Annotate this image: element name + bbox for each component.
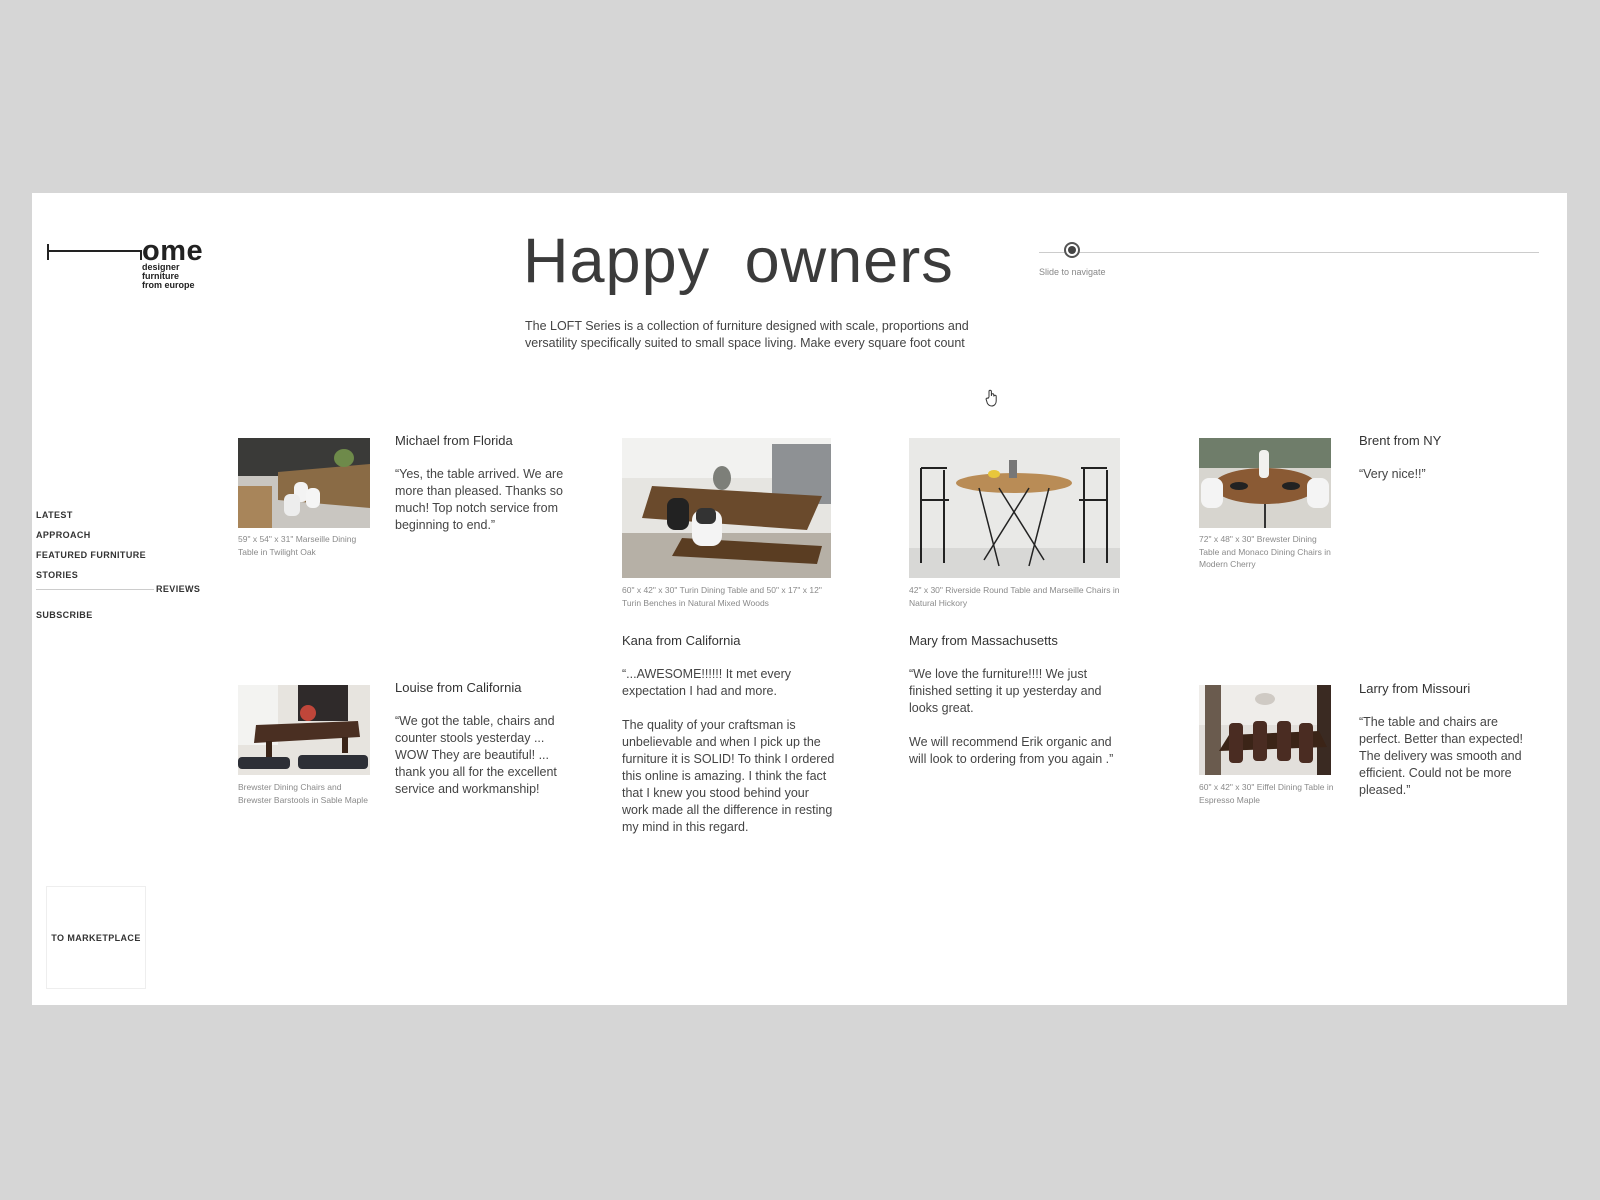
review-photo-louise[interactable] xyxy=(238,685,370,775)
review-quote-mary: “We love the furniture!!!! We just finis… xyxy=(909,667,1114,766)
nav-reviews[interactable]: REVIEWS xyxy=(156,584,200,594)
review-photo-michael[interactable] xyxy=(238,438,370,528)
logo-tagline: designer furniture from europe xyxy=(142,263,215,290)
logo-mark xyxy=(47,244,49,260)
slider-track[interactable] xyxy=(1039,252,1539,253)
nav-featured-furniture[interactable]: FEATURED FURNITURE xyxy=(36,549,206,569)
nav-active-indicator xyxy=(36,589,154,590)
logo-tagline-line-1: designer furniture xyxy=(142,262,180,281)
navigation-slider[interactable]: Slide to navigate xyxy=(1039,242,1539,289)
review-quote-kana: “...AWESOME!!!!!! It met every expectati… xyxy=(622,667,835,834)
review-quote-louise: “We got the table, chairs and counter st… xyxy=(395,714,557,796)
logo-tagline-line-2: from europe xyxy=(142,280,195,290)
review-caption-michael: 59" x 54" x 31" Marseille Dining Table i… xyxy=(238,534,357,557)
review-quote-larry: “The table and chairs are perfect. Bette… xyxy=(1359,715,1523,797)
slider-handle[interactable] xyxy=(1064,242,1080,258)
review-quote-brent: “Very nice!!” xyxy=(1359,467,1426,481)
review-photo-kana[interactable] xyxy=(622,438,831,578)
to-marketplace-button[interactable]: TO MARKETPLACE xyxy=(46,886,146,989)
logo-mark-bar xyxy=(47,250,142,252)
hand-cursor-icon xyxy=(985,389,999,407)
review-caption-larry: 60" x 42" x 30" Eiffel Dining Table in E… xyxy=(1199,782,1334,805)
slider-hint: Slide to navigate xyxy=(1039,267,1106,277)
nav-reviews-active[interactable]: REVIEWS xyxy=(36,584,206,609)
review-caption-kana: 60" x 42" x 30" Turin Dining Table and 5… xyxy=(622,585,822,608)
review-caption-louise: Brewster Dining Chairs and Brewster Bars… xyxy=(238,782,368,805)
nav-approach[interactable]: APPROACH xyxy=(36,529,206,549)
page-frame: ome designer furniture from europe Happy… xyxy=(32,193,1567,1005)
nav-subscribe[interactable]: SUBSCRIBE xyxy=(36,609,206,629)
reviewer-name-mary: Mary from Massachusetts xyxy=(909,633,1058,648)
nav-latest[interactable]: LATEST xyxy=(36,509,206,529)
review-photo-mary[interactable] xyxy=(909,438,1120,578)
reviewer-name-brent: Brent from NY xyxy=(1359,433,1442,448)
review-caption-mary: 42" x 30" Riverside Round Table and Mars… xyxy=(909,585,1120,608)
review-quote-michael: “Yes, the table arrived. We are more tha… xyxy=(395,467,564,532)
reviewer-name-larry: Larry from Missouri xyxy=(1359,681,1471,696)
reviewer-name-louise: Louise from California xyxy=(395,680,522,695)
intro-text: The LOFT Series is a collection of furni… xyxy=(525,319,969,350)
page-title: Happy owners xyxy=(523,226,954,296)
reviewer-name-michael: Michael from Florida xyxy=(395,433,513,448)
reviewer-name-kana: Kana from California xyxy=(622,633,741,648)
side-navigation: LATEST APPROACH FEATURED FURNITURE STORI… xyxy=(36,509,206,629)
review-photo-larry[interactable] xyxy=(1199,685,1331,775)
review-caption-brent: 72" x 48" x 30" Brewster Dining Table an… xyxy=(1199,534,1331,569)
home-logo[interactable]: ome designer furniture from europe xyxy=(45,236,215,290)
review-photo-brent[interactable] xyxy=(1199,438,1331,528)
